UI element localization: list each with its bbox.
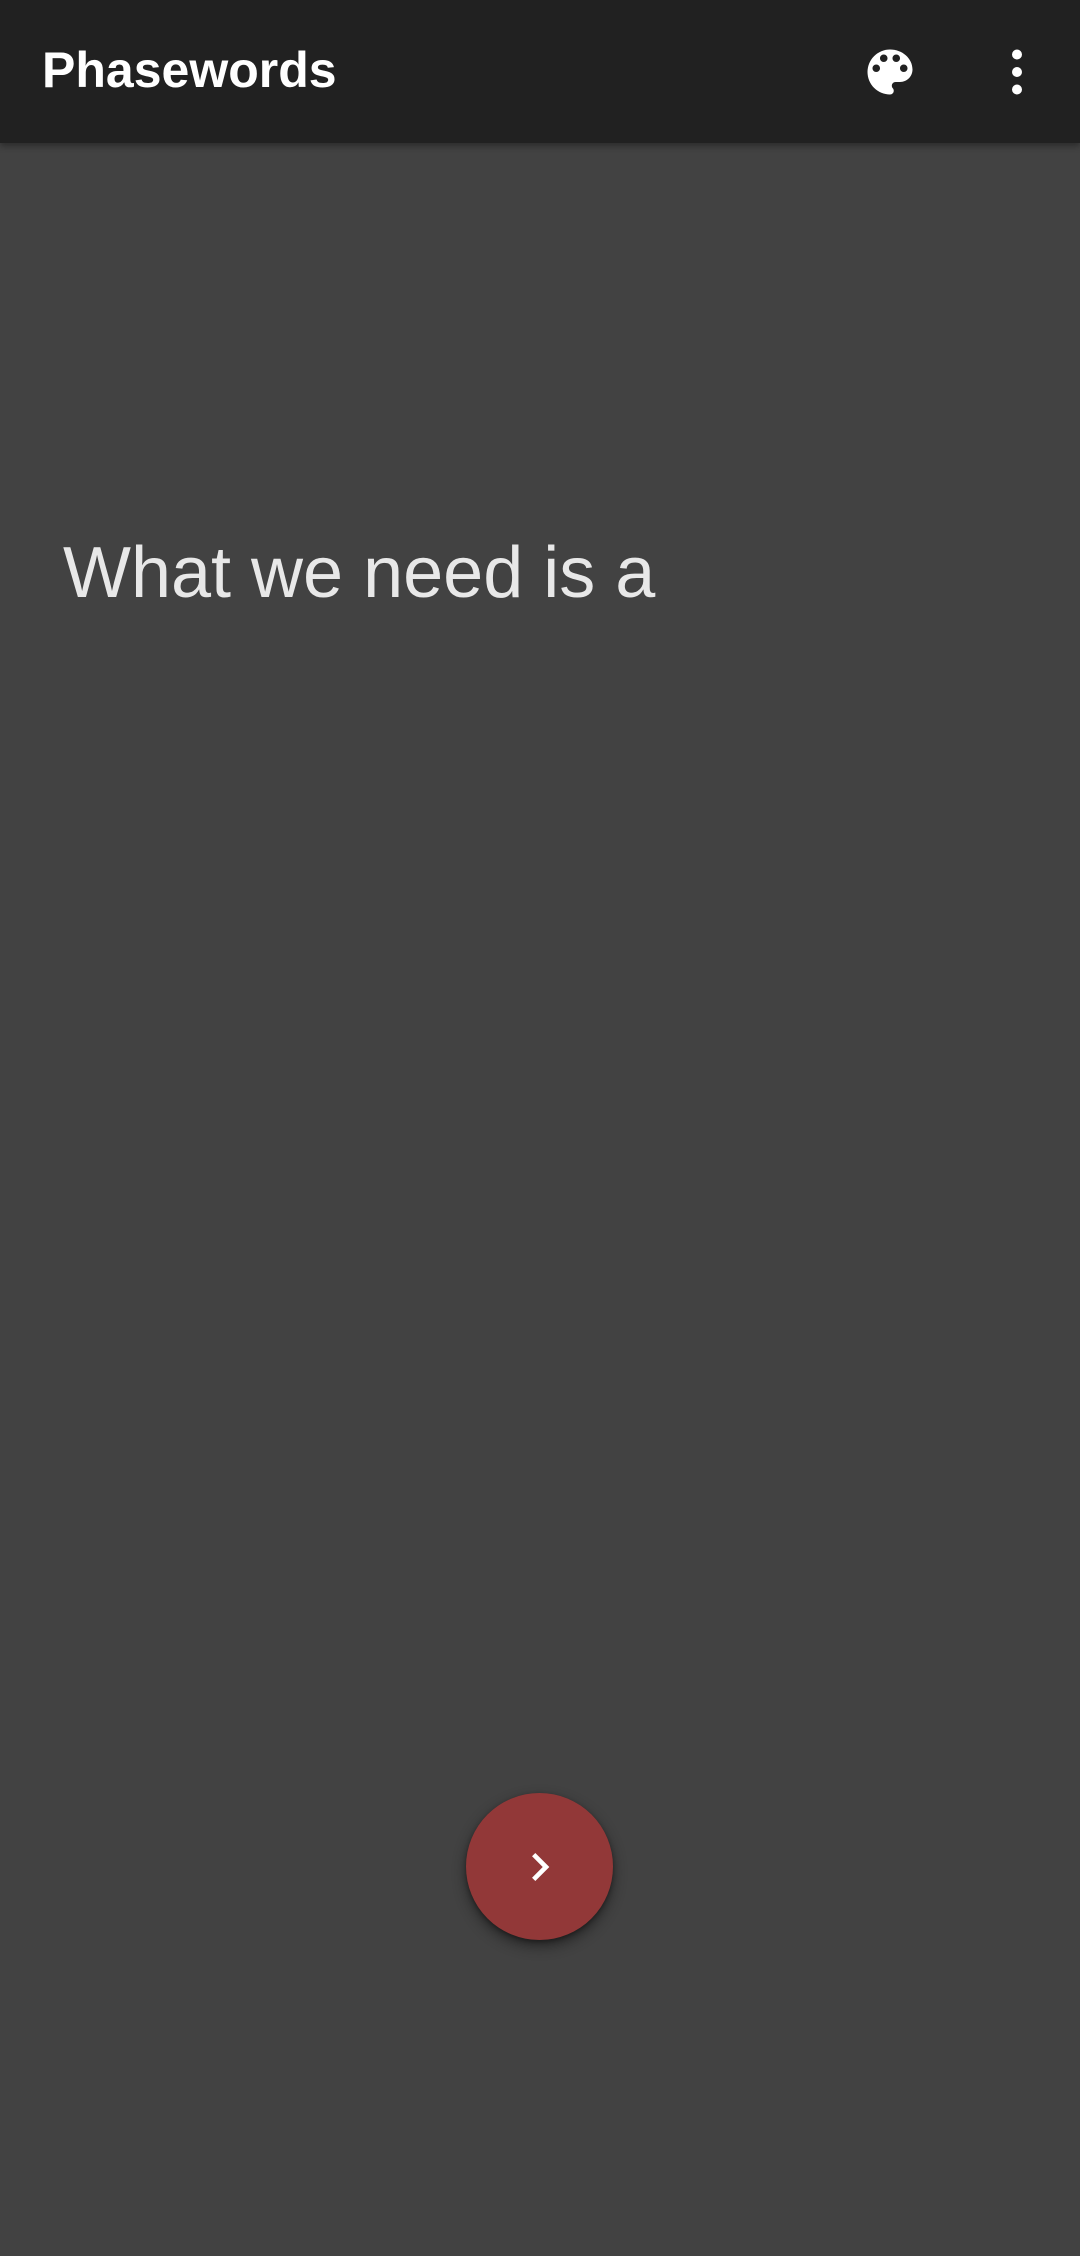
theme-button[interactable] (850, 32, 930, 112)
app-screen: Phasewords What we need is a (0, 0, 1080, 2256)
more-vert-icon (1012, 49, 1022, 95)
palette-icon (867, 49, 913, 95)
app-toolbar: Phasewords (0, 0, 1080, 143)
phrase-text: What we need is a (63, 533, 656, 613)
next-word-button[interactable] (466, 1793, 613, 1940)
chevron-right-icon (531, 1852, 549, 1881)
overflow-menu-button[interactable] (977, 32, 1057, 112)
phrase-area: What we need is a (0, 143, 1080, 2256)
app-title: Phasewords (42, 42, 337, 98)
